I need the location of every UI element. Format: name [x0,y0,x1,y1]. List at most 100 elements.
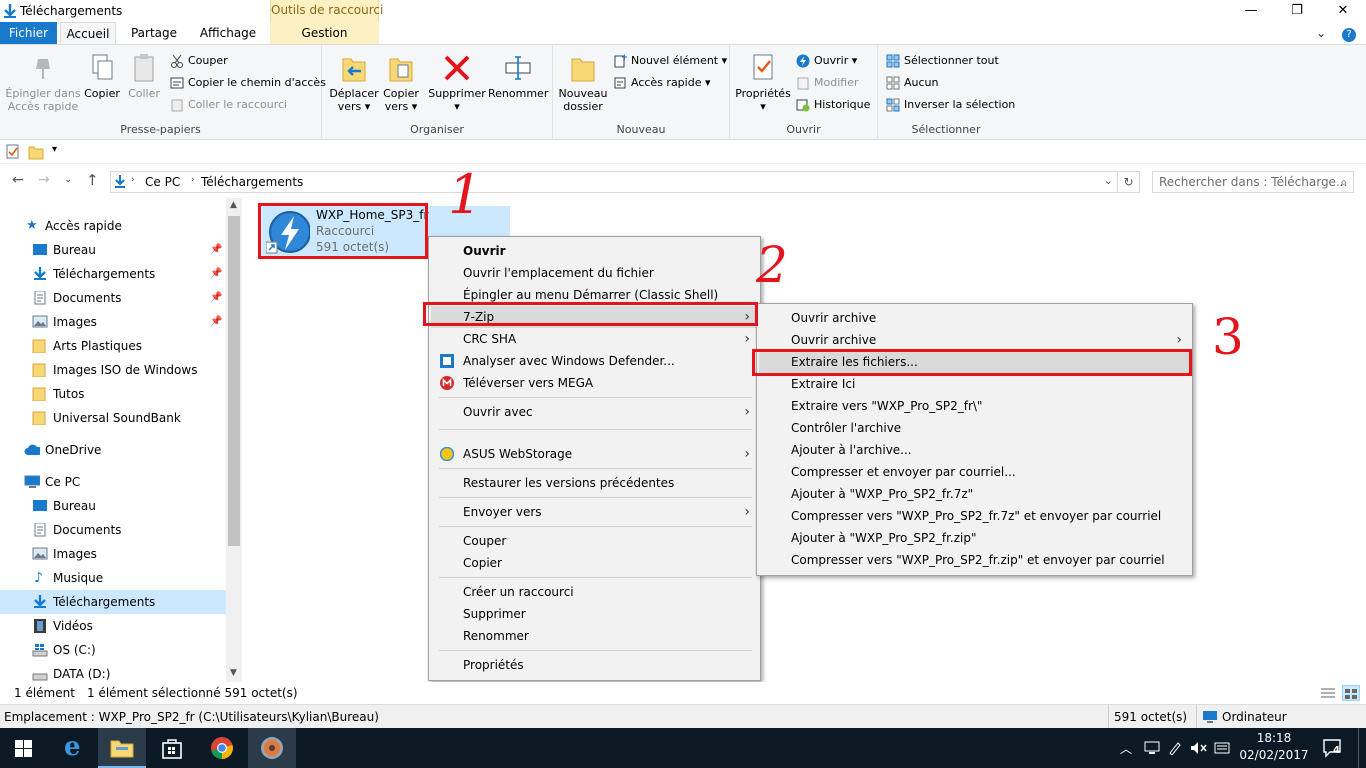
paste-button[interactable]: Coller [124,51,164,100]
nav-quick-access[interactable]: ★ Accès rapide [0,214,226,238]
menu-item-copy[interactable]: Copier [431,552,758,574]
clock-date[interactable]: 02/02/2017 [1238,748,1310,762]
nav-qa-documents[interactable]: Documents 📌 [0,286,226,310]
chevron-right-icon[interactable]: › [131,175,135,185]
scroll-up-icon[interactable]: ▲ [230,200,237,210]
customize-toolbar-icon[interactable]: ▾ [52,144,57,155]
nav-pc-data-d[interactable]: DATA (D:) [0,662,226,682]
submenu-item-compress-email[interactable]: Compresser et envoyer par courriel... [759,461,1190,483]
collapse-ribbon-icon[interactable]: ⌄ [1316,26,1326,40]
menu-item-crc-sha[interactable]: CRC SHA › [431,328,758,350]
nav-qa-bureau[interactable]: Bureau 📌 [0,238,226,262]
menu-item-cut[interactable]: Couper [431,530,758,552]
taskbar-store[interactable] [148,728,196,768]
select-all-button[interactable]: Sélectionner tout [886,51,999,71]
tab-accueil[interactable]: Accueil [60,22,116,44]
invert-selection-button[interactable]: Inverser la sélection [886,95,1015,115]
new-folder-icon[interactable] [28,144,44,160]
network-icon[interactable] [1144,741,1160,755]
recent-locations-chevron-icon[interactable]: ⌄ [64,174,72,185]
show-hidden-icons-chevron-icon[interactable]: ︿ [1120,740,1132,757]
nav-onedrive[interactable]: OneDrive [0,438,226,462]
submenu-item-compress-7z-email[interactable]: Compresser vers "WXP_Pro_SP2_fr.7z" et e… [759,505,1190,527]
search-input[interactable]: Rechercher dans : Télécharge... ⌕ [1152,171,1354,193]
large-icons-view-icon[interactable] [1342,685,1360,701]
close-button[interactable]: ✕ [1320,0,1366,22]
new-folder-button[interactable]: Nouveau dossier [557,51,609,113]
menu-item-send-to[interactable]: Envoyer vers › [431,501,758,523]
menu-item-create-shortcut[interactable]: Créer un raccourci [431,581,758,603]
breadcrumb-telechargements[interactable]: Téléchargements [201,175,303,189]
submenu-item-add-zip[interactable]: Ajouter à "WXP_Pro_SP2_fr.zip" [759,527,1190,549]
submenu-item-test-archive[interactable]: Contrôler l'archive [759,417,1190,439]
back-arrow-icon[interactable]: ← [12,172,24,188]
nav-pc-videos[interactable]: Vidéos [0,614,226,638]
taskbar-edge[interactable]: e [50,728,98,768]
menu-item-restore-versions[interactable]: Restaurer les versions précédentes [431,472,758,494]
nav-pc-images[interactable]: Images [0,542,226,566]
search-icon[interactable]: ⌕ [1340,172,1347,192]
keyboard-icon[interactable] [1214,741,1230,755]
nav-pc-bureau[interactable]: Bureau [0,494,226,518]
scroll-down-icon[interactable]: ▼ [230,668,237,678]
menu-item-defender[interactable]: Analyser avec Windows Defender... [431,350,758,372]
help-icon[interactable]: ? [1342,28,1356,42]
nav-qa-images[interactable]: Images 📌 [0,310,226,334]
new-item-button[interactable]: Nouvel élément ▾ [613,51,727,71]
tab-gestion[interactable]: Gestion [270,22,379,44]
refresh-icon[interactable]: ↻ [1118,171,1140,193]
taskbar-file-explorer[interactable] [98,728,146,768]
nav-qa-telechargements[interactable]: Téléchargements 📌 [0,262,226,286]
submenu-item-add-7z[interactable]: Ajouter à "WXP_Pro_SP2_fr.7z" [759,483,1190,505]
pin-icon[interactable]: 📌 [210,310,222,334]
menu-item-rename[interactable]: Renommer [431,625,758,647]
properties-button[interactable]: Propriétés ▾ [734,51,792,113]
open-button[interactable]: Ouvrir ▾ [796,51,857,71]
submenu-item-open-archive[interactable]: Ouvrir archive [759,307,1190,329]
chevron-right-icon[interactable]: › [191,175,195,185]
select-none-button[interactable]: Aucun [886,73,939,93]
nav-pc-musique[interactable]: ♪ Musique [0,566,226,590]
tab-partage[interactable]: Partage [122,22,186,44]
submenu-item-add-to-archive[interactable]: Ajouter à l'archive... [759,439,1190,461]
menu-item-properties[interactable]: Propriétés [431,654,758,676]
tab-fichier[interactable]: Fichier [0,22,57,44]
submenu-item-extract-to[interactable]: Extraire vers "WXP_Pro_SP2_fr\" [759,395,1190,417]
paste-shortcut-button[interactable]: Coller le raccourci [170,95,287,115]
nav-scrollbar-thumb[interactable] [228,216,240,546]
maximize-button[interactable]: ❐ [1274,0,1320,22]
menu-item-open-location[interactable]: Ouvrir l'emplacement du fichier [431,262,758,284]
edit-button[interactable]: Modifier [796,73,858,93]
clock-time[interactable]: 18:18 [1250,731,1298,745]
pin-icon[interactable]: 📌 [210,286,222,310]
menu-item-open[interactable]: Ouvrir [431,240,758,262]
nav-pc-os-c[interactable]: OS (C:) [0,638,226,662]
tab-affichage[interactable]: Affichage [190,22,266,44]
nav-pc-telechargements[interactable]: Téléchargements [0,590,226,614]
copy-button[interactable]: Copier [82,51,122,100]
history-button[interactable]: Historique [796,95,870,115]
volume-muted-icon[interactable] [1190,741,1208,755]
nav-pc-documents[interactable]: Documents [0,518,226,542]
address-bar[interactable]: › Ce PC › Téléchargements ⌄ [110,171,1118,193]
action-center-button[interactable]: 4 [1322,738,1344,758]
cut-button[interactable]: Couper [170,51,228,71]
address-dropdown-icon[interactable]: ⌄ [1104,174,1113,187]
menu-item-open-with[interactable]: Ouvrir avec › [431,401,758,423]
taskbar-disc-app[interactable] [248,728,296,768]
nav-qa-arts-plastiques[interactable]: Arts Plastiques [0,334,226,358]
copy-to-button[interactable]: Copier vers ▾ [380,51,422,113]
menu-item-delete[interactable]: Supprimer [431,603,758,625]
delete-button[interactable]: Supprimer ▾ [426,51,488,113]
menu-item-asus-webstorage[interactable]: ASUS WebStorage › [431,443,758,465]
pen-icon[interactable] [1168,741,1182,755]
details-view-icon[interactable] [1320,686,1336,700]
pin-icon[interactable]: 📌 [210,262,222,286]
move-to-button[interactable]: Déplacer vers ▾ [328,51,380,113]
nav-qa-tutos[interactable]: Tutos [0,382,226,406]
submenu-item-extract-here[interactable]: Extraire Ici [759,373,1190,395]
easy-access-button[interactable]: Accès rapide ▾ [613,73,711,93]
submenu-item-open-archive-more[interactable]: Ouvrir archive › [759,329,1190,351]
submenu-item-compress-zip-email[interactable]: Compresser vers "WXP_Pro_SP2_fr.zip" et … [759,549,1190,571]
show-desktop-button[interactable] [1358,728,1366,768]
